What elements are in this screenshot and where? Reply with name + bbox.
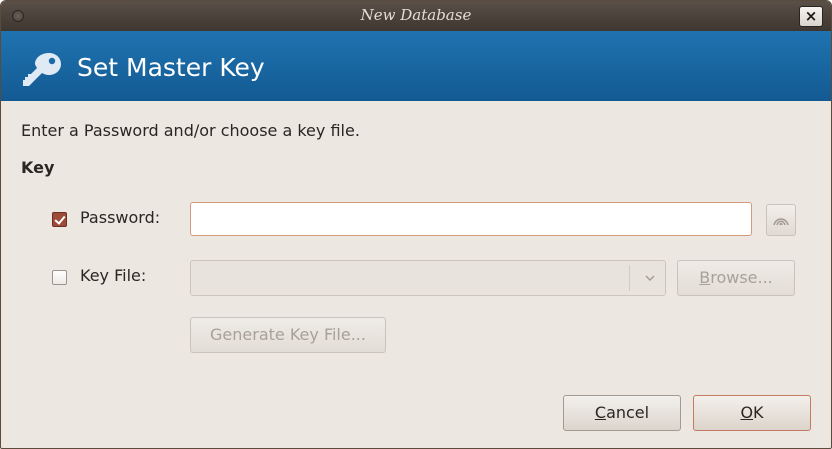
browse-mnemonic: B [699,268,711,287]
section-heading-key: Key [21,158,55,177]
ok-label: K [753,403,764,422]
window-titlebar[interactable]: New Database × [1,1,831,31]
key-file-combobox[interactable] [190,260,666,296]
key-icon [23,53,61,86]
banner-title: Set Master Key [77,53,265,82]
cancel-label: ancel [606,403,650,422]
password-checkbox[interactable] [52,212,67,227]
password-input[interactable] [190,202,752,236]
window-title: New Database [360,6,472,24]
key-file-label: Key File: [80,266,147,285]
cancel-mnemonic: C [594,403,607,422]
header-banner: Set Master Key [1,31,831,101]
ok-button[interactable]: OK [693,395,811,431]
browse-label: rowse... [710,268,773,287]
password-label: Password: [80,208,161,227]
instruction-text: Enter a Password and/or choose a key fil… [21,121,360,140]
eye-icon [773,218,789,226]
new-database-dialog: New Database × Set Master Key Enter a Pa… [0,0,832,449]
generate-key-file-button[interactable]: Generate Key File... [190,317,386,353]
key-file-checkbox[interactable] [52,270,67,285]
ok-mnemonic: O [740,403,754,422]
close-button[interactable]: × [799,6,823,27]
combobox-divider [629,265,630,291]
cancel-button[interactable]: Cancel [563,395,681,431]
chevron-down-icon[interactable] [643,271,657,285]
browse-button[interactable]: Browse... [677,260,795,296]
show-password-button[interactable] [766,204,796,236]
